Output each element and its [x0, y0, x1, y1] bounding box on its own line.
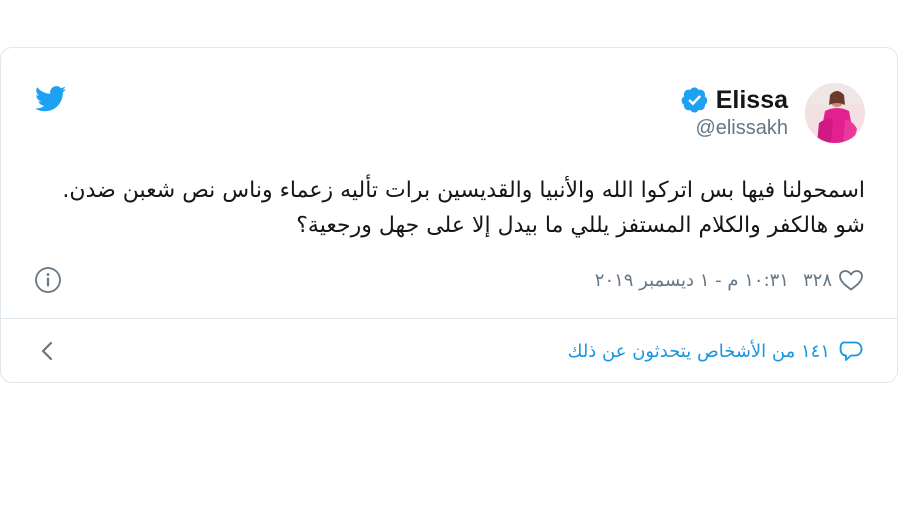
- user-block: Elissa @elissakh: [681, 83, 788, 140]
- name-row: Elissa: [681, 83, 788, 117]
- info-icon[interactable]: [34, 266, 62, 294]
- verified-badge-icon: [681, 87, 707, 113]
- conversation-link[interactable]: ١٤١ من الأشخاص يتحدثون عن ذلك: [568, 336, 864, 366]
- twitter-bird-icon[interactable]: [35, 86, 66, 112]
- like-button[interactable]: ٣٢٨: [803, 268, 864, 292]
- tweet-text: اسمحولنا فيها بس اتركوا الله والأنبيا وا…: [35, 173, 865, 243]
- chevron-left-icon[interactable]: [38, 340, 56, 362]
- conversation-count-text: ١٤١ من الأشخاص يتحدثون عن ذلك: [567, 340, 830, 362]
- tweet-text-line-2: شو هالكفر والكلام المستفز يللي ما بيدل إ…: [296, 213, 865, 238]
- tweet-card: Elissa @elissakh اسمحولنا فيها بس اتركوا…: [0, 47, 898, 383]
- tweet-meta: ١٠:٣١ م - ١ ديسمبر ٢٠١٩ ٣٢٨: [595, 266, 864, 294]
- speech-bubble-icon: [839, 341, 863, 361]
- avatar-image: [805, 83, 865, 143]
- like-count: ٣٢٨: [802, 269, 832, 291]
- tweet-text-line-1: اسمحولنا فيها بس اتركوا الله والأنبيا وا…: [62, 178, 865, 203]
- user-handle[interactable]: @elissakh: [681, 117, 788, 140]
- divider: [1, 318, 897, 319]
- avatar[interactable]: [805, 83, 865, 143]
- tweet-timestamp[interactable]: ١٠:٣١ م - ١ ديسمبر ٢٠١٩: [595, 270, 789, 291]
- heart-icon: [839, 270, 863, 291]
- display-name[interactable]: Elissa: [716, 86, 788, 115]
